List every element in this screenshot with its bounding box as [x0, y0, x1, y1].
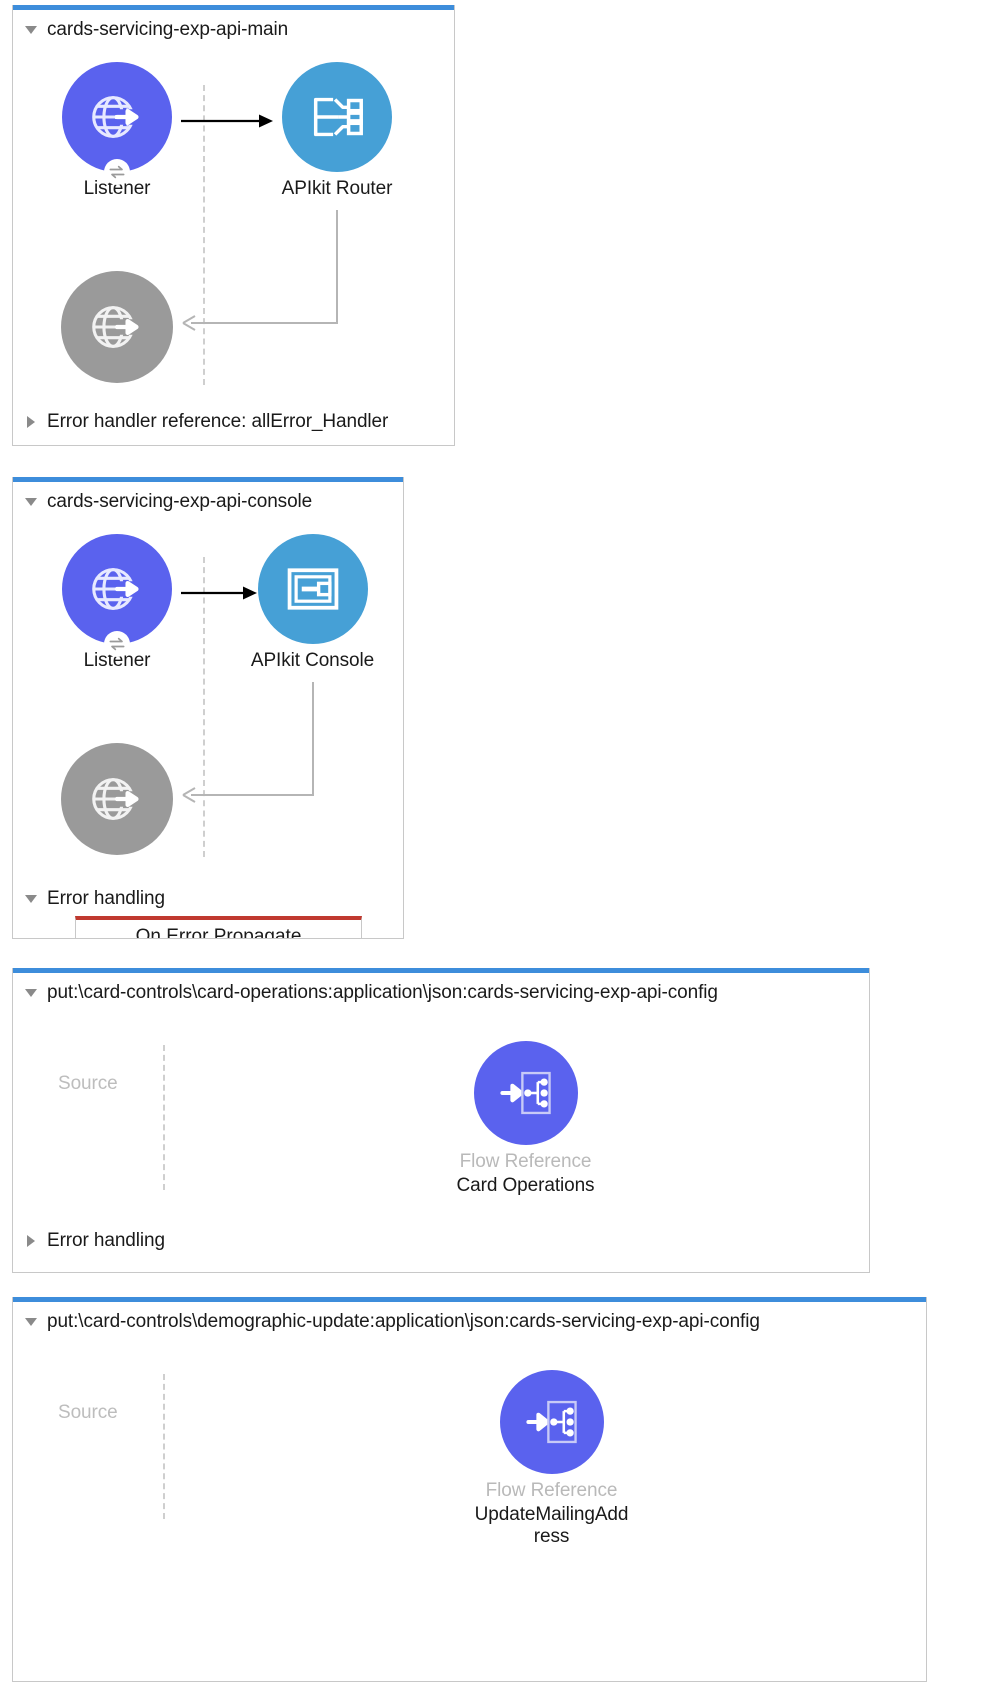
flow-title: put:\card-controls\demographic-update:ap… — [47, 1311, 760, 1332]
flow-panel-card-operations[interactable]: put:\card-controls\card-operations:appli… — [12, 968, 870, 1273]
flow-footer-error-handling[interactable]: Error handling — [13, 1224, 869, 1258]
globe-arrow-icon — [92, 568, 140, 610]
flow-header-card-operations[interactable]: put:\card-controls\card-operations:appli… — [13, 973, 869, 1013]
node-label: Card Operations — [456, 1174, 595, 1196]
node-listener[interactable]: Listener — [58, 534, 176, 672]
flow-panel-demographic-update[interactable]: put:\card-controls\demographic-update:ap… — [12, 1297, 927, 1682]
chevron-down-icon[interactable] — [23, 1314, 39, 1330]
flow-title: cards-servicing-exp-api-main — [47, 19, 289, 40]
globe-arrow-icon — [92, 96, 140, 138]
apikit-console-circle — [257, 534, 368, 644]
source-placeholder-label: Source — [58, 1073, 118, 1094]
flow-header-main[interactable]: cards-servicing-exp-api-main — [13, 10, 454, 50]
flow-header-demographic-update[interactable]: put:\card-controls\demographic-update:ap… — [13, 1302, 926, 1342]
node-label: APIkit Console — [250, 650, 375, 671]
exchange-arrows-icon — [109, 637, 125, 651]
node-listener[interactable]: Listener — [58, 62, 176, 200]
error-scope-label: On Error Propagate — [135, 926, 302, 939]
node-apikit-router[interactable]: APIkit Router — [277, 62, 397, 200]
node-flow-reference[interactable]: Flow Reference Card Operations — [453, 1041, 598, 1197]
lane-divider — [163, 1374, 165, 1519]
chevron-right-icon[interactable] — [23, 414, 39, 430]
node-flow-reference[interactable]: Flow Reference UpdateMailingAdd ress — [475, 1370, 628, 1548]
listener-exchange-badge — [104, 159, 130, 185]
flow-reference-icon — [499, 1071, 551, 1115]
flow-title: put:\card-controls\card-operations:appli… — [47, 982, 718, 1003]
flow-header-console[interactable]: cards-servicing-exp-api-console — [13, 482, 403, 522]
globe-arrow-icon — [92, 778, 140, 820]
flow-reference-icon — [525, 1400, 577, 1444]
globe-arrow-icon — [92, 306, 140, 348]
flow-footer-error-handling[interactable]: Error handling — [13, 882, 403, 916]
lane-divider — [163, 1045, 165, 1190]
disabled-circle — [61, 271, 173, 383]
exchange-arrows-icon — [109, 165, 125, 179]
node-label-line1: UpdateMailingAdd — [474, 1503, 629, 1525]
listener-circle — [62, 534, 172, 657]
flow-panel-main[interactable]: cards-servicing-exp-api-main Listener AP… — [12, 5, 455, 446]
chevron-right-icon[interactable] — [23, 1233, 39, 1249]
error-handling-label: Error handling — [47, 888, 165, 909]
connector-arrow — [181, 114, 273, 128]
node-listener-disabled[interactable] — [61, 743, 173, 855]
flow-reference-circle — [473, 1041, 578, 1145]
node-listener-disabled[interactable] — [61, 271, 173, 383]
listener-exchange-badge — [104, 631, 130, 657]
flow-title: cards-servicing-exp-api-console — [47, 491, 313, 512]
connector-return-path — [182, 682, 314, 803]
connector-return-path — [182, 210, 338, 331]
flow-reference-circle — [499, 1370, 604, 1474]
chevron-down-icon[interactable] — [23, 494, 39, 510]
source-placeholder-label: Source — [58, 1402, 118, 1423]
chevron-down-icon[interactable] — [23, 985, 39, 1001]
node-label: APIkit Router — [281, 178, 393, 199]
flow-panel-console[interactable]: cards-servicing-exp-api-console Listener… — [12, 477, 404, 939]
apikit-router-icon — [313, 97, 363, 137]
node-sublabel: Flow Reference — [485, 1480, 618, 1501]
apikit-router-circle — [282, 62, 392, 172]
error-handler-reference-label: Error handler reference: allError_Handle… — [47, 411, 389, 432]
flow-footer-error-handler-ref[interactable]: Error handler reference: allError_Handle… — [13, 405, 454, 439]
node-label-line2: ress — [533, 1525, 570, 1547]
chevron-down-icon[interactable] — [23, 22, 39, 38]
listener-circle — [62, 62, 172, 185]
error-handling-label: Error handling — [47, 1230, 165, 1251]
disabled-circle — [61, 743, 173, 855]
node-sublabel: Flow Reference — [459, 1151, 592, 1172]
apikit-console-icon — [287, 568, 338, 610]
chevron-down-icon[interactable] — [23, 891, 39, 907]
node-apikit-console[interactable]: APIkit Console — [245, 534, 380, 672]
flow-canvas: cards-servicing-exp-api-main Listener AP… — [0, 0, 1000, 1682]
error-scope-on-error-propagate[interactable]: On Error Propagate — [75, 916, 362, 939]
